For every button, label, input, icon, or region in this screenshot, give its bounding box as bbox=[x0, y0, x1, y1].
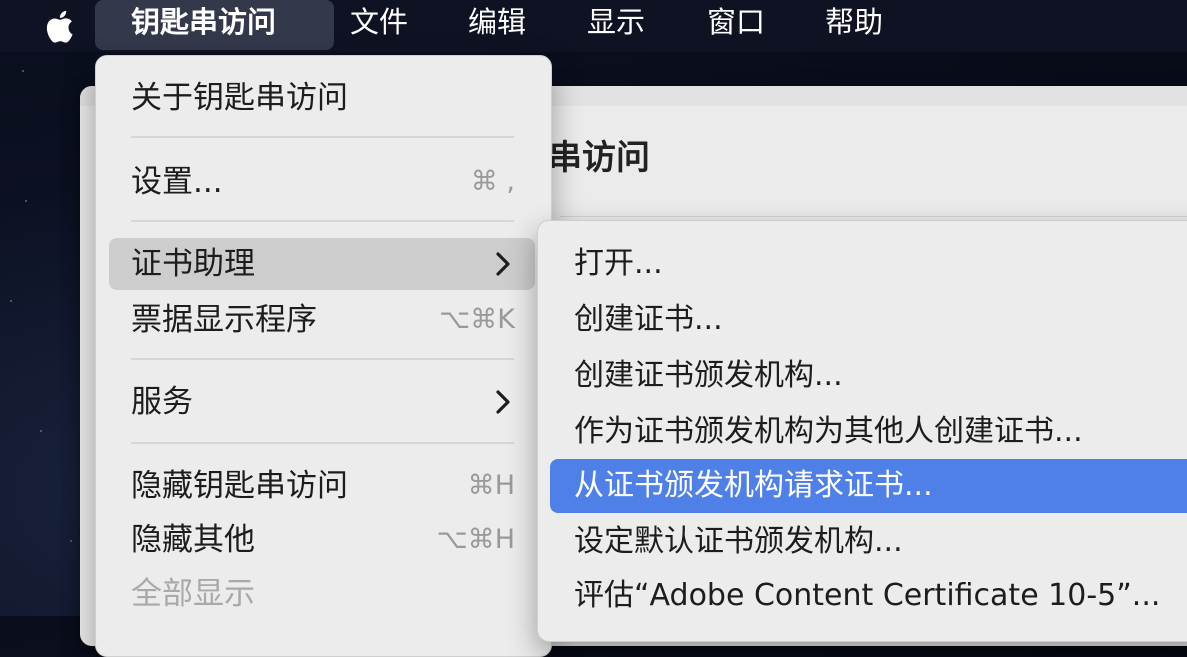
submenu-item-request-cert-from-ca[interactable]: 从证书颁发机构请求证书... bbox=[550, 459, 1187, 513]
menu-separator bbox=[131, 442, 514, 444]
menu-item-hide-keychain[interactable]: 隐藏钥匙串访问 ⌘H bbox=[109, 460, 535, 512]
menu-bar-label: 文件 bbox=[350, 5, 409, 39]
submenu-item-label: 从证书颁发机构请求证书... bbox=[574, 468, 933, 503]
shortcut-label: ⌘ , bbox=[470, 166, 515, 197]
submenu-item-label: 打开... bbox=[574, 246, 663, 281]
menu-bar-label: 窗口 bbox=[707, 5, 766, 39]
menu-item-services[interactable]: 服务 bbox=[109, 376, 535, 428]
menu-separator bbox=[131, 220, 514, 222]
submenu-item-label: 评估“Adobe Content Certificate 10-5”... bbox=[574, 578, 1161, 613]
apple-logo-icon[interactable] bbox=[44, 6, 80, 46]
window-title: 串访问 bbox=[548, 138, 650, 178]
menu-bar-item-window[interactable]: 窗口 bbox=[707, 0, 765, 52]
chevron-right-icon bbox=[496, 390, 510, 414]
menu-bar-label: 钥匙串访问 bbox=[131, 5, 277, 39]
chevron-right-icon bbox=[496, 252, 510, 276]
keychain-app-menu: 关于钥匙串访问 设置... ⌘ , 证书助理 票据显示程序 ⌥⌘K 服务 隐藏钥… bbox=[95, 55, 552, 657]
menu-item-label: 关于钥匙串访问 bbox=[131, 80, 348, 116]
submenu-item-label: 设定默认证书颁发机构... bbox=[574, 524, 903, 559]
menu-item-label: 票据显示程序 bbox=[131, 302, 317, 338]
menu-item-certificate-assistant[interactable]: 证书助理 bbox=[109, 238, 535, 290]
menu-bar-label: 编辑 bbox=[468, 5, 527, 39]
menu-bar-label: 帮助 bbox=[825, 5, 884, 39]
menu-bar-item-help[interactable]: 帮助 bbox=[825, 0, 883, 52]
menu-item-settings[interactable]: 设置... ⌘ , bbox=[109, 156, 535, 208]
shortcut-label: ⌥⌘K bbox=[439, 304, 515, 335]
menu-item-label: 全部显示 bbox=[131, 576, 255, 612]
menu-item-label: 隐藏钥匙串访问 bbox=[131, 468, 348, 504]
star bbox=[22, 70, 24, 72]
submenu-item-create-cert-for-others[interactable]: 作为证书颁发机构为其他人创建证书... bbox=[550, 405, 1187, 459]
submenu-item-label: 作为证书颁发机构为其他人创建证书... bbox=[574, 414, 1083, 449]
shortcut-label: ⌘H bbox=[467, 470, 515, 501]
submenu-item-label: 创建证书... bbox=[574, 302, 723, 337]
submenu-item-evaluate-certificate[interactable]: 评估“Adobe Content Certificate 10-5”... bbox=[550, 569, 1187, 623]
menu-item-hide-others[interactable]: 隐藏其他 ⌥⌘H bbox=[109, 514, 535, 566]
menu-item-label: 服务 bbox=[131, 384, 193, 420]
shortcut-label: ⌥⌘H bbox=[436, 524, 515, 555]
submenu-item-open[interactable]: 打开... bbox=[550, 237, 1187, 291]
menu-bar-item-keychain[interactable]: 钥匙串访问 bbox=[95, 0, 334, 50]
menu-bar-item-view[interactable]: 显示 bbox=[587, 0, 645, 52]
star bbox=[70, 540, 72, 542]
menu-bar-label: 显示 bbox=[587, 5, 646, 39]
submenu-item-create-ca[interactable]: 创建证书颁发机构... bbox=[550, 349, 1187, 403]
star bbox=[25, 200, 27, 202]
divider bbox=[560, 216, 1187, 217]
menu-item-show-all: 全部显示 bbox=[109, 568, 535, 620]
menu-separator bbox=[131, 358, 514, 360]
menu-bar: 钥匙串访问 文件 编辑 显示 窗口 帮助 bbox=[0, 0, 1187, 52]
menu-item-label: 设置... bbox=[131, 164, 223, 200]
menu-separator bbox=[131, 136, 514, 138]
certificate-assistant-submenu: 打开... 创建证书... 创建证书颁发机构... 作为证书颁发机构为其他人创建… bbox=[537, 220, 1187, 642]
menu-item-label: 证书助理 bbox=[131, 246, 255, 282]
submenu-item-create-certificate[interactable]: 创建证书... bbox=[550, 293, 1187, 347]
star bbox=[10, 300, 12, 302]
submenu-item-label: 创建证书颁发机构... bbox=[574, 358, 843, 393]
menu-bar-item-file[interactable]: 文件 bbox=[350, 0, 408, 52]
menu-bar-item-edit[interactable]: 编辑 bbox=[468, 0, 526, 52]
menu-item-label: 隐藏其他 bbox=[131, 522, 255, 558]
menu-item-ticket-viewer[interactable]: 票据显示程序 ⌥⌘K bbox=[109, 294, 535, 346]
menu-item-about[interactable]: 关于钥匙串访问 bbox=[109, 72, 535, 124]
star bbox=[40, 430, 42, 432]
submenu-item-set-default-ca[interactable]: 设定默认证书颁发机构... bbox=[550, 515, 1187, 569]
